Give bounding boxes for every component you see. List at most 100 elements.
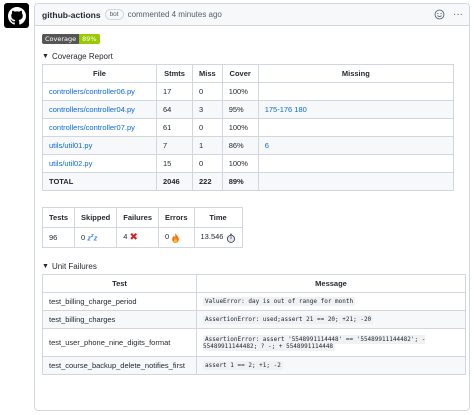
header-file: File — [42, 64, 157, 83]
fire-icon — [172, 232, 180, 243]
comment-container: github-actions bot commented 4 minutes a… — [34, 3, 470, 411]
stmts-cell: 17 — [156, 82, 193, 101]
zzz-icon: zzz — [87, 233, 98, 243]
table-row: controllers/controller06.py 17 0 100% — [42, 82, 455, 101]
table-row: test_billing_charges AssertionError: use… — [42, 310, 466, 329]
message-code: AssertionError: used;assert 21 == 20; +2… — [203, 315, 374, 324]
failure-message: AssertionError: assert '5548991114448' =… — [196, 328, 466, 357]
header-test: Test — [42, 274, 197, 293]
add-reaction-icon[interactable] — [434, 9, 445, 20]
failures-count: 4 — [123, 232, 128, 242]
failure-message: ValueError: day is out of range for mont… — [196, 292, 466, 311]
miss-cell: 0 — [192, 154, 223, 173]
comment-header: github-actions bot commented 4 minutes a… — [35, 4, 469, 26]
stmts-cell: 64 — [156, 100, 193, 119]
coverage-header-row: File Stmts Miss Cover Missing — [42, 64, 455, 83]
bot-badge: bot — [104, 9, 124, 20]
table-row: test_course_backup_delete_notifies_first… — [42, 356, 466, 375]
table-row: controllers/controller07.py 61 0 100% — [42, 118, 455, 137]
file-link[interactable]: utils/util01.py — [49, 141, 92, 150]
message-code: assert 1 == 2; +1; -2 — [203, 361, 283, 370]
missing-lines-link[interactable]: 175-176 180 — [265, 105, 307, 114]
coverage-report-title: Coverage Report — [51, 52, 113, 61]
file-link[interactable]: controllers/controller04.py — [49, 105, 135, 114]
total-label: TOTAL — [42, 172, 157, 191]
missing-cell — [257, 82, 455, 101]
time-cell: 13.546 — [193, 227, 243, 248]
stats-values-row: 96 0 zzz 4 ✖ 0 13.546 — [41, 227, 243, 248]
table-row: controllers/controller04.py 64 3 95% 175… — [42, 100, 455, 119]
test-name: test_course_backup_delete_notifies_first — [42, 356, 197, 375]
test-name: test_billing_charge_period — [42, 292, 197, 311]
header-missing: Missing — [257, 64, 455, 83]
miss-cell: 0 — [192, 118, 223, 137]
message-code: ValueError: day is out of range for mont… — [203, 297, 356, 306]
errors-count: 0 — [165, 232, 170, 242]
missing-cell: 6 — [257, 136, 455, 155]
cover-cell: 100% — [221, 118, 259, 137]
coverage-report-summary[interactable]: ▼ Coverage Report — [42, 52, 462, 61]
file-link[interactable]: utils/util02.py — [49, 159, 92, 168]
comment-author[interactable]: github-actions — [42, 10, 101, 20]
header-miss: Miss — [192, 64, 223, 83]
time-value: 13.546 — [200, 232, 224, 242]
header-time: Time — [193, 207, 243, 228]
total-stmts: 2046 — [156, 172, 193, 191]
header-message: Message — [196, 274, 466, 293]
test-stats-table: Tests Skipped Failures Errors Time 96 0 … — [41, 207, 243, 248]
coverage-badge-value: 89% — [79, 34, 100, 44]
miss-cell: 1 — [192, 136, 223, 155]
cross-mark-icon: ✖ — [129, 231, 138, 243]
skipped-cell: 0 zzz — [74, 227, 118, 248]
stopwatch-icon — [226, 233, 235, 243]
table-row: utils/util02.py 15 0 100% — [42, 154, 455, 173]
table-row: utils/util01.py 7 1 86% 6 — [42, 136, 455, 155]
failure-message: assert 1 == 2; +1; -2 — [196, 356, 466, 375]
cover-cell: 100% — [221, 154, 259, 173]
total-missing — [257, 172, 455, 191]
github-icon — [7, 6, 26, 25]
missing-cell — [257, 118, 455, 137]
coverage-badge-label: Coverage — [42, 34, 80, 44]
unit-failures-summary[interactable]: ▼ Unit Failures — [42, 262, 462, 271]
cover-cell: 86% — [221, 136, 259, 155]
stmts-cell: 61 — [156, 118, 193, 137]
header-skipped: Skipped — [74, 207, 118, 228]
total-miss: 222 — [192, 172, 223, 191]
message-code: AssertionError: assert '5548991114448' =… — [203, 334, 426, 351]
unit-failures-table: Test Message test_billing_charge_period … — [42, 274, 466, 375]
expanded-triangle-icon: ▼ — [42, 53, 49, 60]
file-link[interactable]: controllers/controller06.py — [49, 87, 135, 96]
comment-timestamp[interactable]: commented 4 minutes ago — [128, 10, 222, 19]
comment-body: Coverage 89% ▼ Coverage Report File Stmt… — [35, 26, 469, 375]
total-row: TOTAL 2046 222 89% — [42, 172, 455, 191]
header-stmts: Stmts — [156, 64, 193, 83]
missing-cell: 175-176 180 — [257, 100, 455, 119]
missing-lines-link[interactable]: 6 — [265, 141, 269, 150]
failures-header-row: Test Message — [42, 274, 466, 293]
file-link[interactable]: controllers/controller07.py — [49, 123, 135, 132]
stmts-cell: 15 — [156, 154, 193, 173]
skipped-count: 0 — [81, 232, 86, 242]
table-row: test_billing_charge_period ValueError: d… — [42, 292, 466, 311]
expanded-triangle-icon: ▼ — [42, 263, 49, 270]
stats-header-row: Tests Skipped Failures Errors Time — [41, 207, 243, 228]
errors-cell: 0 — [158, 227, 195, 248]
failures-cell: 4 ✖ — [116, 227, 159, 248]
miss-cell: 3 — [192, 100, 223, 119]
cover-cell: 100% — [221, 82, 259, 101]
stmts-cell: 7 — [156, 136, 193, 155]
github-logo-avatar[interactable] — [4, 3, 29, 28]
test-name: test_billing_charges — [42, 310, 197, 329]
tests-count: 96 — [41, 227, 76, 248]
test-name: test_user_phone_nine_digits_format — [42, 328, 197, 357]
miss-cell: 0 — [192, 82, 223, 101]
header-cover: Cover — [221, 64, 259, 83]
unit-failures-title: Unit Failures — [51, 262, 97, 271]
more-options-icon[interactable]: ··· — [453, 9, 463, 20]
header-failures: Failures — [116, 207, 159, 228]
total-cover: 89% — [221, 172, 259, 191]
missing-cell — [257, 154, 455, 173]
table-row: test_user_phone_nine_digits_format Asser… — [42, 328, 466, 357]
header-tests: Tests — [41, 207, 76, 228]
